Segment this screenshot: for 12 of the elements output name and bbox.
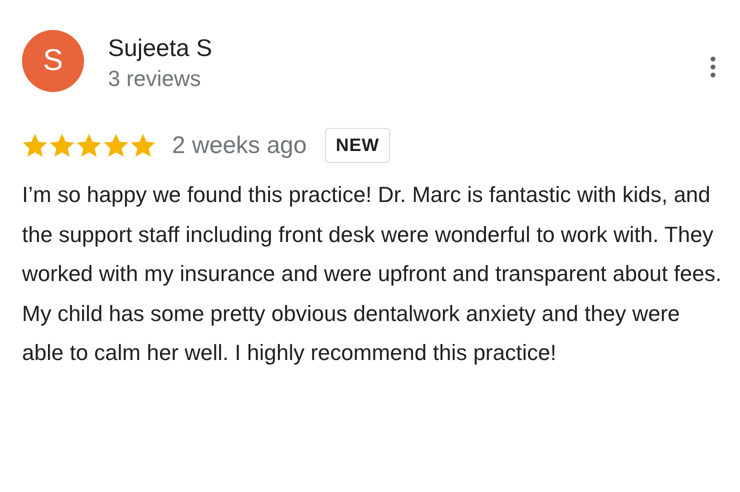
- review-text: I’m so happy we found this practice! Dr. Marc is fantastic with kids, and the support staff including front desk were wonderful to work with. They worked with my insurance and were upfront and transparent about fees. My child has some pretty obvious dentalwork anxiety and they were able to calm her well. I highly recommend this practice!: [22, 181, 722, 367]
- star-icon: [76, 133, 102, 158]
- star-icon: [130, 133, 156, 158]
- star-icon: [22, 133, 48, 158]
- review-count: 3 reviews: [108, 65, 202, 93]
- review-time: 2 weeks ago: [172, 132, 307, 160]
- star-icon: [103, 133, 129, 158]
- star-icon: [49, 133, 75, 158]
- reviewer-name[interactable]: Sujeeta S: [108, 34, 710, 64]
- more-options-icon[interactable]: [710, 56, 716, 78]
- avatar: S: [22, 30, 84, 92]
- new-badge: NEW: [324, 128, 390, 163]
